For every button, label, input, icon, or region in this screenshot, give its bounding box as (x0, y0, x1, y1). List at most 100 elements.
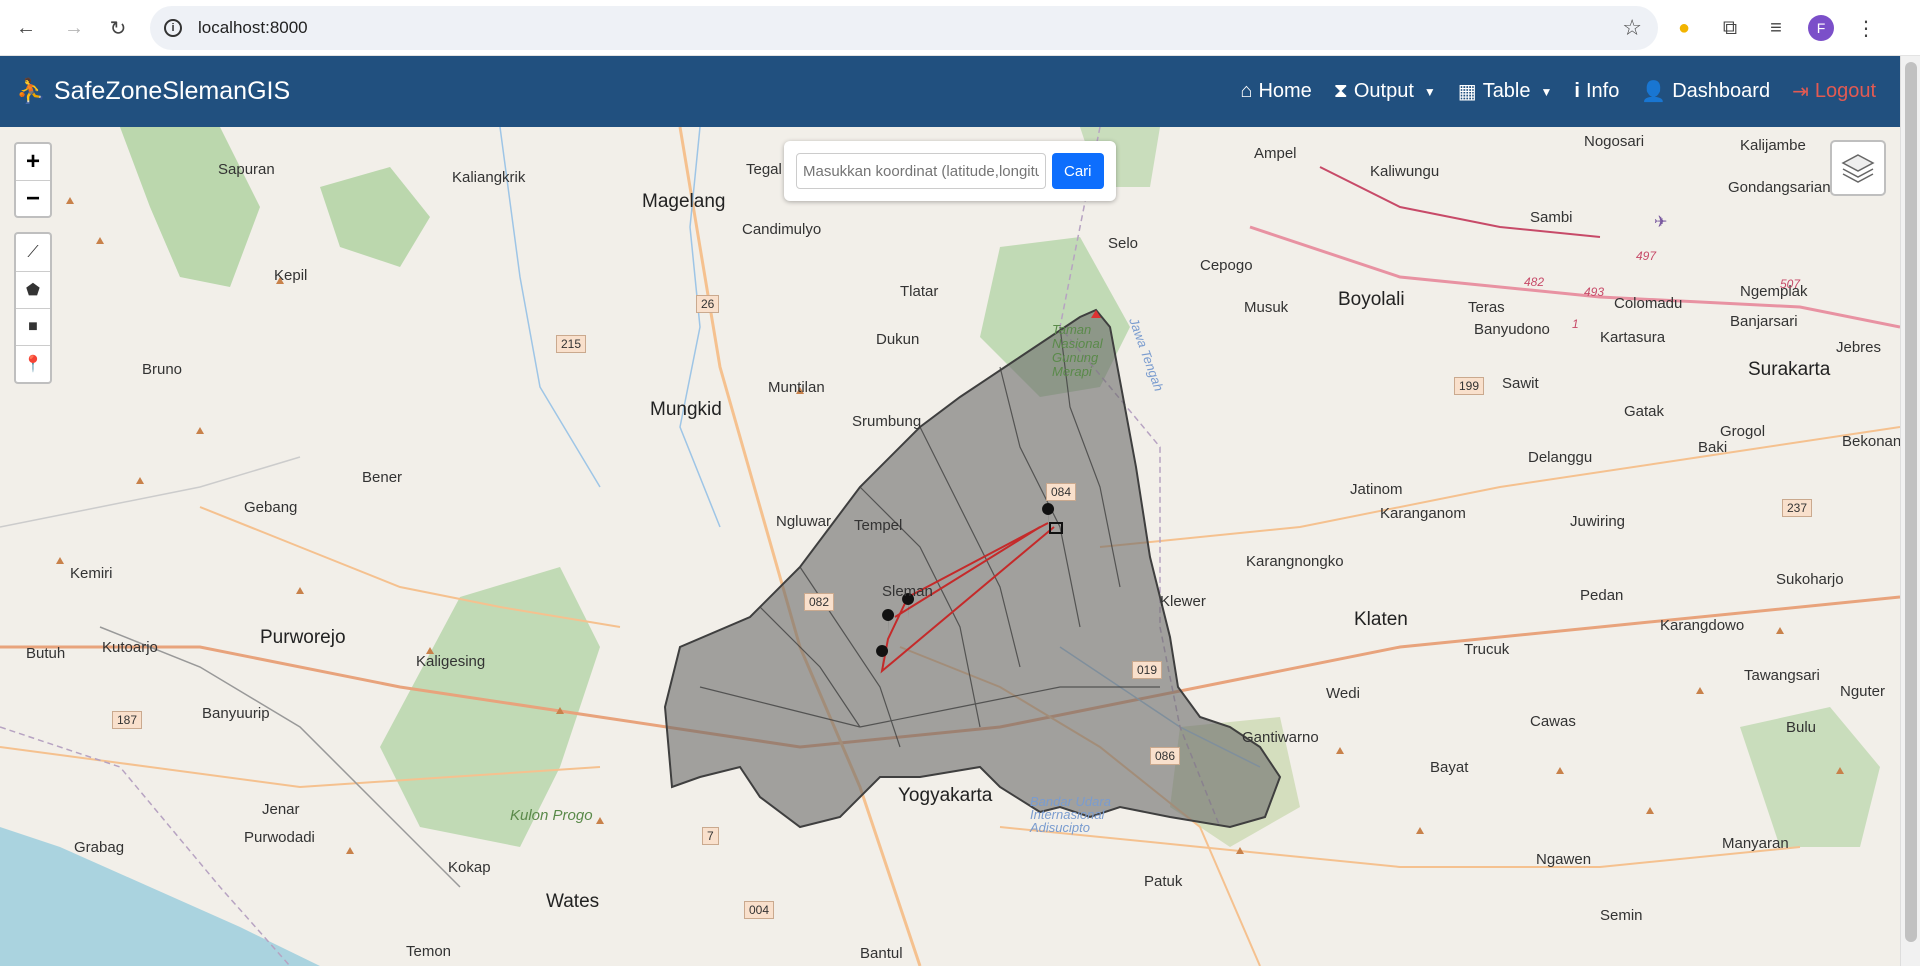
coordinate-input[interactable] (796, 153, 1046, 189)
zoom-in-button[interactable]: + (16, 144, 50, 180)
highway-number: 493 (1584, 285, 1605, 299)
map-label: Klaten (1354, 609, 1408, 630)
map-label: Nogosari (1584, 133, 1645, 150)
brand-title[interactable]: SafeZoneSlemanGIS (54, 77, 290, 106)
draw-marker-icon[interactable]: 📍 (16, 345, 50, 382)
map-label: Juwiring (1570, 513, 1626, 530)
caret-down-icon: ▼ (1540, 84, 1553, 99)
zoom-out-button[interactable]: − (16, 180, 50, 216)
map-label: Purworejo (260, 627, 346, 648)
app-navbar: ⛹ SafeZoneSlemanGIS ⌂ Home ⧗ Output ▼ ▦ … (0, 56, 1900, 127)
map-label: Cepogo (1200, 257, 1253, 274)
map-label: Banyuurip (202, 705, 270, 722)
draw-polygon-icon[interactable]: ⬟ (16, 271, 50, 308)
map-label: Sukoharjo (1776, 571, 1844, 588)
map-label: Cawas (1530, 713, 1576, 730)
kebab-menu-icon[interactable]: ⋮ (1852, 8, 1880, 48)
nav-info[interactable]: i Info (1574, 80, 1619, 103)
map-label: Jenar (262, 801, 300, 818)
bookmark-star-icon[interactable]: ☆ (1622, 15, 1642, 41)
hourglass-icon: ⧗ (1333, 80, 1348, 102)
map-label: Gatak (1624, 403, 1665, 420)
map-canvas[interactable]: ✈ Sapuran Kaliangkrik Magelang Tegal Can… (0, 127, 1900, 966)
map-label: Boyolali (1338, 289, 1405, 310)
media-queue-icon[interactable]: ≡ (1762, 8, 1790, 48)
highway-number: 507 (1780, 277, 1801, 291)
url-text[interactable]: localhost:8000 (198, 18, 308, 38)
map-label: Kaliangkrik (452, 169, 526, 186)
extension-bulb-icon[interactable]: ● (1670, 8, 1698, 48)
table-icon: ▦ (1457, 81, 1477, 103)
map-label: Patuk (1144, 873, 1183, 890)
nav-table-label: Table (1482, 80, 1531, 102)
map-label: Jebres (1836, 339, 1882, 356)
road-number: 084 (1046, 483, 1077, 501)
highway-number: 482 (1524, 275, 1545, 289)
nav-logout-label: Logout (1814, 80, 1876, 102)
map-label: Baki (1698, 439, 1728, 456)
map-label: Bandar Udara Internasional Adisucipto (1030, 794, 1111, 835)
map-label: Banjarsari (1730, 313, 1798, 330)
zoom-control: + − (14, 142, 52, 218)
road-number: 004 (744, 901, 775, 919)
map-label: Grabag (74, 839, 125, 856)
map-label: Magelang (642, 191, 726, 212)
road-number: 199 (1454, 377, 1485, 395)
map-label: Kalijambe (1740, 137, 1806, 154)
extensions-puzzle-icon[interactable]: ⧉ (1716, 8, 1744, 48)
map-label: Kartasura (1600, 329, 1666, 346)
map-label: Temon (406, 943, 452, 960)
map-label: Manyaran (1722, 835, 1789, 852)
road-number: 082 (804, 593, 835, 611)
map-label: Pedan (1580, 587, 1624, 604)
nav-home[interactable]: ⌂ Home (1240, 80, 1311, 103)
map-label: Kaligesing (416, 653, 486, 670)
nav-output-dropdown[interactable]: ⧗ Output ▼ (1334, 80, 1436, 103)
map-label: Karanganom (1380, 505, 1466, 522)
profile-avatar[interactable]: F (1808, 15, 1834, 41)
forward-icon[interactable]: → (54, 8, 94, 48)
map-label: Kokap (448, 859, 491, 876)
back-icon[interactable]: ← (6, 8, 46, 48)
map-label: Bulu (1786, 719, 1817, 736)
map-label: Ngluwar (776, 513, 832, 530)
page-scrollbar[interactable] (1900, 56, 1920, 966)
nav-logout[interactable]: ⇥ Logout (1792, 79, 1876, 104)
layers-control[interactable] (1830, 140, 1886, 196)
nav-table-dropdown[interactable]: ▦ Table ▼ (1458, 79, 1553, 104)
map-label: Kaliwungu (1370, 163, 1440, 180)
address-bar[interactable]: i localhost:8000 ☆ (150, 6, 1658, 50)
nav-home-label: Home (1258, 80, 1312, 102)
road-number: 26 (696, 295, 720, 313)
coordinate-search: Cari (784, 141, 1116, 201)
browser-toolbar: ← → ↻ i localhost:8000 ☆ ● ⧉ ≡ F ⋮ (0, 0, 1920, 56)
nav-dashboard[interactable]: 👤 Dashboard (1641, 79, 1770, 104)
draw-rectangle-icon[interactable]: ■ (16, 308, 50, 345)
map-label: Butuh (26, 645, 66, 662)
map-label: Ngawen (1536, 851, 1592, 868)
map-label: Wates (546, 891, 600, 912)
map-label: Teras (1468, 299, 1505, 316)
map-label: Surakarta (1748, 359, 1831, 380)
reload-icon[interactable]: ↻ (98, 8, 138, 48)
brand[interactable]: ⛹ SafeZoneSlemanGIS (16, 77, 290, 106)
map-label: Purwodadi (244, 829, 315, 846)
map-label: Gantiwarno (1242, 729, 1319, 746)
site-info-icon[interactable]: i (164, 19, 182, 37)
map-label: Kulon Progo (510, 807, 593, 824)
map-label: Klewer (1160, 593, 1206, 610)
scrollbar-thumb[interactable] (1905, 62, 1917, 942)
map-label: Bayat (1430, 759, 1469, 776)
nav-menu: ⌂ Home ⧗ Output ▼ ▦ Table ▼ i Info 👤 Das… (1240, 79, 1876, 104)
map-label: Mungkid (650, 399, 722, 420)
map-label: Ampel (1254, 145, 1297, 162)
nav-output-label: Output (1353, 80, 1414, 102)
search-button[interactable]: Cari (1052, 153, 1104, 189)
map-label: Tlatar (900, 283, 939, 300)
map-label: Semin (1600, 907, 1643, 924)
map-label: Bantul (860, 945, 903, 962)
draw-polyline-icon[interactable]: ⟋ (16, 234, 50, 271)
map-label: Kepil (274, 267, 308, 284)
map-label: Tawangsari (1744, 667, 1820, 684)
road-number: 215 (556, 335, 587, 353)
